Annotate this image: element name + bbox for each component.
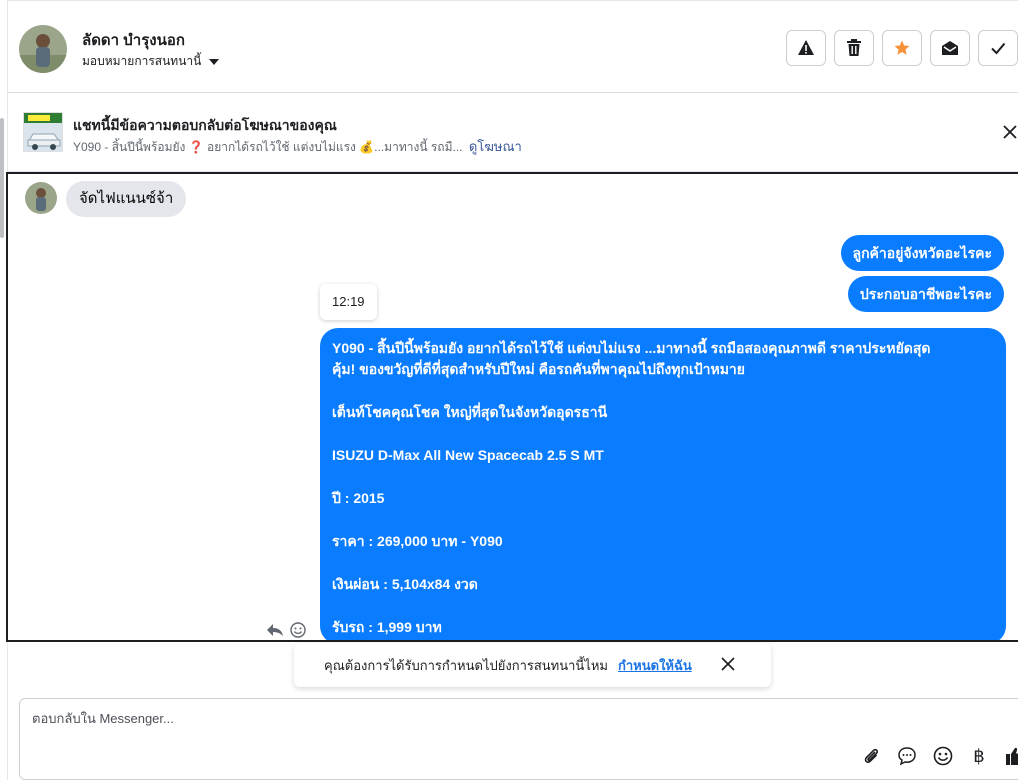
chat-bubble-icon xyxy=(898,747,916,766)
ad-reply-banner: แชทนี้มีข้อความตอบกลับต่อโฆษณาของคุณ Y09… xyxy=(8,94,1018,172)
sender-avatar xyxy=(25,182,57,214)
react-emoji-icon[interactable] xyxy=(290,622,306,638)
mark-done-button[interactable] xyxy=(978,30,1018,66)
ad-message-line: เงินผ่อน : 5,104x84 งวด xyxy=(332,576,478,592)
mark-spam-button[interactable] xyxy=(786,30,826,66)
outgoing-ad-message[interactable]: Y090 - สิ้นปีนี้พร้อมยัง อยากได้รถไว้ใช้… xyxy=(320,328,1006,640)
conversation-header: ลัดดา บำรุงนอก มอบหมายการสนทนานี้ xyxy=(8,0,1018,93)
incoming-message[interactable]: จัดไฟแนนซ์จ้า xyxy=(66,181,187,217)
star-button[interactable] xyxy=(882,30,922,66)
outgoing-message[interactable]: ลูกค้าอยู่จังหวัดอะไรคะ xyxy=(840,235,1004,271)
scrollbar[interactable] xyxy=(0,118,4,238)
trash-icon xyxy=(847,39,861,56)
checkmark-icon xyxy=(991,42,1006,55)
ad-banner-title: แชทนี้มีข้อความตอบกลับต่อโฆษณาของคุณ xyxy=(73,117,337,133)
ad-message-line: Y090 - สิ้นปีนี้พร้อมยัง อยากได้รถไว้ใช้… xyxy=(332,340,931,356)
dismiss-suggestion-button[interactable] xyxy=(721,657,735,671)
warning-icon xyxy=(798,40,814,55)
ad-message-line: ราคา : 269,000 บาท - Y090 xyxy=(332,533,503,549)
contact-name[interactable]: ลัดดา บำรุงนอก xyxy=(82,28,185,52)
message-composer: ฿ xyxy=(19,698,1018,780)
delete-button[interactable] xyxy=(834,30,874,66)
assign-conversation-dropdown[interactable]: มอบหมายการสนทนานี้ xyxy=(82,52,220,71)
ad-message-line: ISUZU D-Max All New Spacecab 2.5 S MT xyxy=(332,447,604,463)
reply-input[interactable] xyxy=(32,711,932,726)
saved-replies-button[interactable] xyxy=(896,745,918,767)
message-thread[interactable]: จัดไฟแนนซ์จ้า ลูกค้าอยู่จังหวัดอะไรคะ ปร… xyxy=(6,172,1018,642)
message-timestamp: 12:19 xyxy=(320,284,377,320)
ad-banner-snippet: Y090 - สิ้นปีนี้พร้อมยัง ❓ อยากได้รถไว้ใ… xyxy=(73,136,522,157)
header-actions xyxy=(786,30,1018,66)
assign-suggestion-toast: คุณต้องการได้รับการกำหนดไปยังการสนทนานี้… xyxy=(294,643,771,687)
outgoing-message[interactable]: ประกอบอาชีพอะไรคะ xyxy=(847,276,1004,312)
star-icon xyxy=(894,40,910,55)
reply-icon[interactable] xyxy=(266,622,284,638)
close-ad-banner-button[interactable] xyxy=(1002,124,1018,140)
ad-thumbnail[interactable] xyxy=(23,112,63,152)
ad-message-line: รับรถ : 1,999 บาท xyxy=(332,619,442,635)
ad-message-line: คุ้ม! ของขวัญที่ดีที่สุดสำหรับปีใหม่ คือ… xyxy=(332,361,745,377)
ad-message-line: ปี : 2015 xyxy=(332,490,385,506)
mark-unread-button[interactable] xyxy=(930,30,970,66)
ad-snippet-text: Y090 - สิ้นปีนี้พร้อมยัง ❓ อยากได้รถไว้ใ… xyxy=(73,140,463,154)
assign-suggestion-text: คุณต้องการได้รับการกำหนดไปยังการสนทนานี้… xyxy=(324,657,608,673)
envelope-open-icon xyxy=(942,41,958,55)
payment-button[interactable]: ฿ xyxy=(968,745,990,767)
contact-avatar[interactable] xyxy=(19,25,67,73)
assign-to-me-link[interactable]: กำหนดให้ฉัน xyxy=(618,655,692,676)
close-icon xyxy=(721,657,735,671)
composer-tools: ฿ xyxy=(860,745,1018,767)
like-button[interactable] xyxy=(1004,745,1018,767)
ad-message-line: เต็นท์โชคคุณโชค ใหญ่ที่สุดในจังหวัดอุดรธ… xyxy=(332,404,608,420)
assign-label: มอบหมายการสนทนานี้ xyxy=(82,54,202,68)
emoji-button[interactable] xyxy=(932,745,954,767)
message-actions xyxy=(266,622,306,638)
emoji-icon xyxy=(933,746,953,766)
attach-button[interactable] xyxy=(860,745,882,767)
close-icon xyxy=(1003,125,1017,139)
thumbs-up-icon xyxy=(1006,747,1018,765)
paperclip-icon xyxy=(864,748,878,763)
caret-down-icon xyxy=(209,58,220,65)
view-ad-link[interactable]: ดูโฆษณา xyxy=(469,139,522,154)
